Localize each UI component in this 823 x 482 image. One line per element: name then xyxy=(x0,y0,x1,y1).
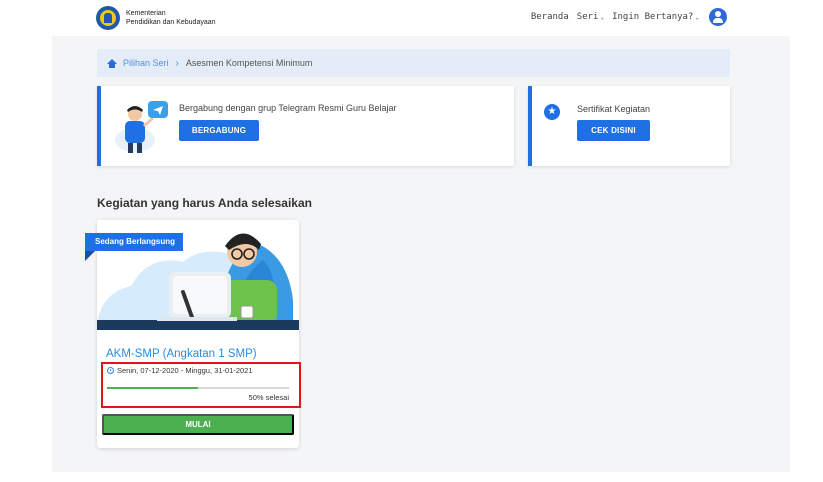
brand-text: Kementerian Pendidikan dan Kebudayaan xyxy=(126,9,216,27)
bergabung-button[interactable]: BERGABUNG xyxy=(179,120,259,141)
home-icon[interactable] xyxy=(107,58,117,68)
breadcrumb-pilihan-seri[interactable]: Pilihan Seri xyxy=(123,58,169,68)
top-navbar: Kementerian Pendidikan dan Kebudayaan Be… xyxy=(0,0,823,36)
brand-line2: Pendidikan dan Kebudayaan xyxy=(126,19,216,26)
nav-seri[interactable]: Seri ⌄ xyxy=(577,12,604,22)
telegram-illustration-icon xyxy=(115,101,168,153)
sertifikat-card-text: Sertifikat Kegiatan xyxy=(577,104,651,114)
user-account-icon[interactable] xyxy=(709,8,727,26)
chevron-down-icon: ⌄ xyxy=(695,13,699,21)
activity-card[interactable]: Sedang Berlangsung AKM-SMP (Angkatan 1 S… xyxy=(85,220,299,448)
main-nav: Beranda Seri ⌄ Ingin Bertanya? ⌄ xyxy=(523,8,727,26)
brand[interactable]: Kementerian Pendidikan dan Kebudayaan xyxy=(96,6,216,30)
star-badge-icon: ★ xyxy=(544,104,560,120)
nav-ingin-bertanya[interactable]: Ingin Bertanya? ⌄ xyxy=(612,12,699,22)
brand-line1: Kementerian xyxy=(126,10,166,17)
mulai-button[interactable]: MULAI xyxy=(102,414,294,435)
telegram-card: Bergabung dengan grup Telegram Resmi Gur… xyxy=(97,86,514,166)
nav-seri-label: Seri xyxy=(576,12,599,22)
nav-beranda[interactable]: Beranda xyxy=(531,12,569,22)
chevron-down-icon: ⌄ xyxy=(600,13,605,21)
breadcrumb-current: Asesmen Kompetensi Minimum xyxy=(185,58,313,68)
telegram-card-text: Bergabung dengan grup Telegram Resmi Gur… xyxy=(179,103,397,113)
breadcrumb: Pilihan Seri › Asesmen Kompetensi Minimu… xyxy=(97,49,730,77)
nav-ingin-bertanya-label: Ingin Bertanya? xyxy=(612,12,694,22)
activity-title[interactable]: AKM-SMP (Angkatan 1 SMP) xyxy=(106,348,257,360)
cek-disini-button[interactable]: CEK DISINI xyxy=(577,120,650,141)
section-title: Kegiatan yang harus Anda selesaikan xyxy=(97,196,312,210)
kemdikbud-logo-icon xyxy=(96,6,120,30)
chevron-right-icon: › xyxy=(175,57,179,69)
status-badge: Sedang Berlangsung xyxy=(85,233,184,251)
ribbon-fold xyxy=(85,251,95,261)
highlight-box xyxy=(101,362,301,408)
sertifikat-card: ★ Sertifikat Kegiatan CEK DISINI xyxy=(528,86,730,166)
